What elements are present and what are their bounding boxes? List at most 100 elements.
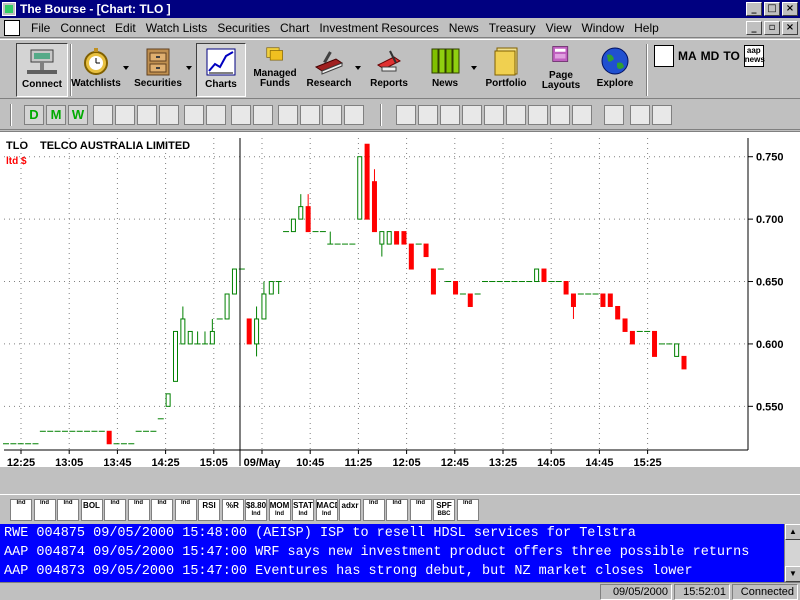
connect-button[interactable]: Connect: [16, 43, 68, 97]
indicator-button[interactable]: Ind: [409, 499, 432, 521]
news-item[interactable]: AAP 004873 09/05/2000 15:47:00 Eventures…: [4, 562, 784, 581]
candle-down: [570, 293, 576, 307]
menu-news[interactable]: News: [444, 21, 484, 35]
scroll-down-icon[interactable]: ▼: [785, 566, 800, 582]
page-layouts-button[interactable]: Page Layouts: [536, 43, 586, 97]
child-close-button[interactable]: ×: [782, 21, 798, 35]
menu-investment-resources[interactable]: Investment Resources: [314, 21, 443, 35]
menu-treasury[interactable]: Treasury: [484, 21, 541, 35]
menu-watch-lists[interactable]: Watch Lists: [141, 21, 213, 35]
news-dropdown-icon[interactable]: [471, 66, 477, 70]
chart-area[interactable]: TLO TELCO AUSTRALIA LIMITED ltd $ 0.550 0…: [0, 131, 800, 468]
indicator-button[interactable]: Ind: [104, 499, 126, 521]
explore-button[interactable]: Explore: [590, 43, 640, 97]
indicator-button[interactable]: Ind: [386, 499, 408, 521]
watchlists-button[interactable]: Watchlists: [70, 43, 122, 97]
securities-button[interactable]: Securities: [132, 43, 184, 97]
indicator-button[interactable]: %R: [221, 499, 244, 521]
fan-lines-icon[interactable]: [322, 105, 342, 125]
price-chart[interactable]: TLO TELCO AUSTRALIA LIMITED ltd $ 0.5500…: [0, 132, 800, 468]
maximize-button[interactable]: □: [764, 2, 780, 16]
line-chart-icon[interactable]: [159, 105, 179, 125]
research-button[interactable]: Research: [304, 43, 354, 97]
menu-window[interactable]: Window: [576, 21, 629, 35]
volume-icon[interactable]: [278, 105, 298, 125]
portfolio-button[interactable]: Portfolio: [480, 43, 532, 97]
aap-news-button[interactable]: aap news: [743, 45, 765, 67]
md-button[interactable]: MD: [701, 49, 720, 63]
indicator-button[interactable]: MOM Ind: [268, 499, 291, 521]
bar-chart-icon[interactable]: [115, 105, 135, 125]
menu-view[interactable]: View: [541, 21, 577, 35]
menu-edit[interactable]: Edit: [110, 21, 141, 35]
xr-arc-icon[interactable]: [604, 105, 624, 125]
indicator-button[interactable]: Ind: [57, 499, 79, 521]
to-button[interactable]: TO: [723, 49, 739, 63]
securities-dropdown-icon[interactable]: [186, 66, 192, 70]
research-dropdown-icon[interactable]: [355, 66, 361, 70]
menu-file[interactable]: File: [26, 21, 55, 35]
menu-securities[interactable]: Securities: [212, 21, 275, 35]
checkbox-option-icon[interactable]: [440, 105, 460, 125]
grid-toggle-icon[interactable]: [418, 105, 438, 125]
news-scrollbar[interactable]: ▲ ▼: [784, 524, 800, 582]
xr-tab-icon[interactable]: [652, 105, 672, 125]
indicator-button[interactable]: STAT Ind: [292, 499, 314, 521]
menu-connect[interactable]: Connect: [55, 21, 110, 35]
indicator-button[interactable]: Ind: [10, 499, 32, 521]
charts-button[interactable]: Charts: [196, 43, 246, 97]
pointer-icon[interactable]: [231, 105, 251, 125]
news-feed[interactable]: RWE 004875 09/05/2000 15:48:00 (AEISP) I…: [0, 524, 784, 582]
indicator-button[interactable]: MACDInd: [315, 499, 338, 521]
indicator-button[interactable]: Ind: [456, 499, 479, 521]
candle-chart-icon[interactable]: [93, 105, 113, 125]
scroll-left-icon[interactable]: [184, 105, 204, 125]
indicator-button[interactable]: Ind: [174, 499, 197, 521]
scroll-right-icon[interactable]: [206, 105, 226, 125]
overlay-icon[interactable]: [462, 105, 482, 125]
close-button[interactable]: ×: [782, 2, 798, 16]
draw-line-icon[interactable]: [300, 105, 320, 125]
indicator-button[interactable]: adxr: [339, 499, 361, 521]
weekly-button[interactable]: W: [68, 105, 88, 125]
oscillator-icon[interactable]: [506, 105, 526, 125]
menu-help[interactable]: Help: [629, 21, 664, 35]
managed-funds-button[interactable]: Managed Funds: [250, 43, 300, 97]
minimize-button[interactable]: _: [746, 2, 762, 16]
scroll-up-icon[interactable]: ▲: [785, 524, 800, 540]
indicator-button[interactable]: $8.80 Ind: [245, 499, 267, 521]
wave-icon[interactable]: [484, 105, 504, 125]
news-binders-icon: [431, 48, 460, 74]
trend-channel-icon[interactable]: [344, 105, 364, 125]
main-toolbar: Connect Watchlists Securities Charts Man…: [0, 39, 800, 99]
indicator-button[interactable]: Ind: [33, 499, 56, 521]
news-item[interactable]: RWE 004875 09/05/2000 15:48:00 (AEISP) I…: [4, 524, 784, 543]
ma-button[interactable]: MA: [678, 49, 697, 63]
indicator-button[interactable]: BOL: [80, 499, 103, 521]
monthly-button[interactable]: M: [46, 105, 66, 125]
news-item[interactable]: AAP 004874 09/05/2000 15:47:00 WRF says …: [4, 543, 784, 562]
trend-icon[interactable]: [528, 105, 548, 125]
ticker-toggle-icon[interactable]: [654, 45, 674, 67]
crosshair-icon[interactable]: [253, 105, 273, 125]
child-minimize-button[interactable]: _: [746, 21, 762, 35]
single-chart-icon[interactable]: [396, 105, 416, 125]
reports-button[interactable]: Reports: [364, 43, 414, 97]
lines-icon[interactable]: [572, 105, 592, 125]
pattern-icon[interactable]: [550, 105, 570, 125]
daily-button[interactable]: D: [24, 105, 44, 125]
indicator-button[interactable]: Ind: [151, 499, 173, 521]
indicator-button[interactable]: Ind: [127, 499, 150, 521]
indicator-button[interactable]: SPF BBC: [433, 499, 455, 521]
menu-chart[interactable]: Chart: [275, 21, 314, 35]
candle-up: [290, 218, 296, 233]
indicator-button[interactable]: RSI: [198, 499, 220, 521]
document-icon[interactable]: [4, 19, 20, 36]
child-restore-button[interactable]: ▫: [764, 21, 780, 35]
page-layouts-icon: [552, 46, 569, 62]
indicator-button[interactable]: Ind: [362, 499, 385, 521]
ohlc-chart-icon[interactable]: [137, 105, 157, 125]
fibonacci-icon[interactable]: [630, 105, 650, 125]
news-button[interactable]: News: [420, 43, 470, 97]
watchlists-dropdown-icon[interactable]: [123, 66, 129, 70]
